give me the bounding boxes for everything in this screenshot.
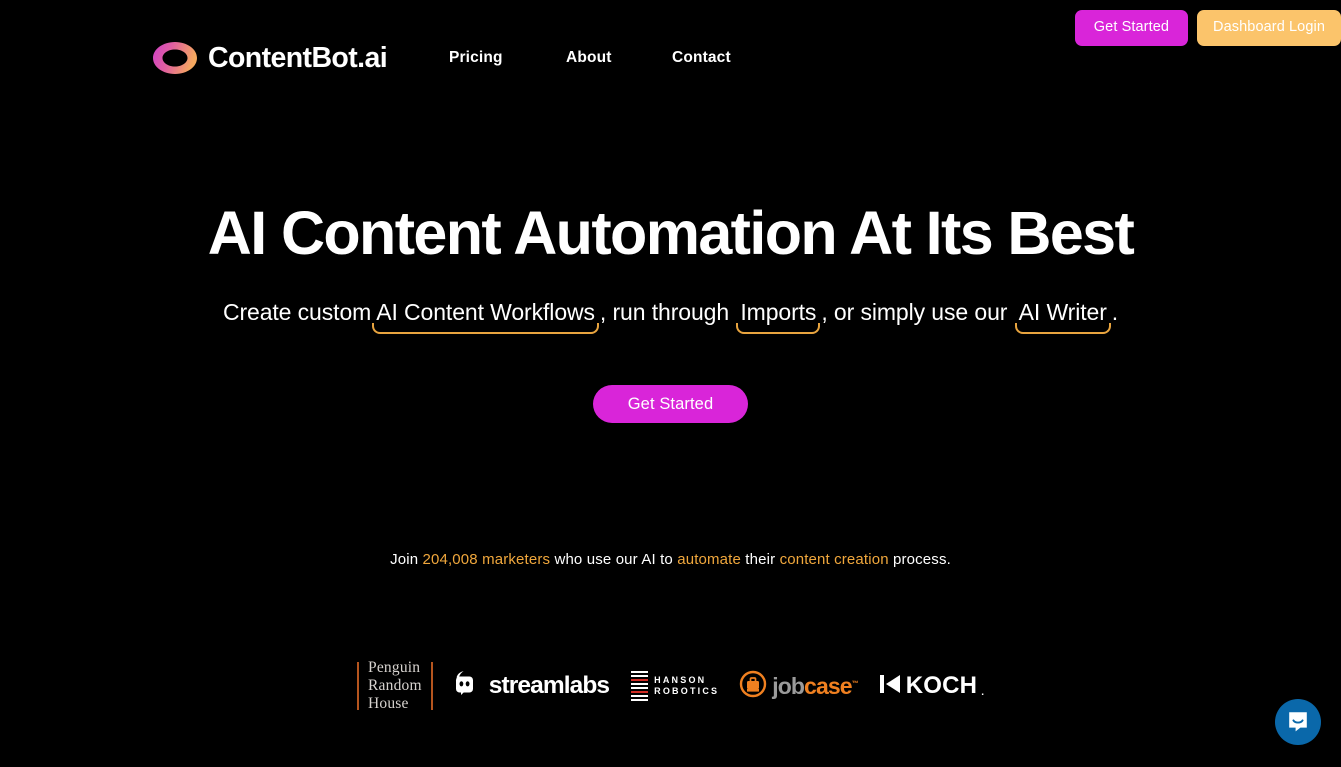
hero-link-imports[interactable]: Imports [735, 298, 821, 334]
page-title: AI Content Automation At Its Best [207, 199, 1135, 267]
prh-left-rule-icon [357, 662, 360, 710]
jobcase-trademark: ™ [851, 679, 859, 687]
hero-sub-part-2: , run through [599, 299, 736, 325]
client-logos-strip: Penguin Random House streamlabs HANSON R… [0, 659, 1341, 713]
streamlabs-mark-icon [449, 668, 481, 705]
hero-subtitle: Create custom AI Content Workflows, run t… [0, 298, 1341, 334]
social-proof-content-creation: content creation [779, 551, 889, 568]
koch-mark-icon [879, 673, 902, 700]
jobcase-part-2: case [804, 672, 852, 699]
client-logo-jobcase: jobcase™ [739, 670, 859, 703]
hero-sub-part-3: , or simply use our [821, 299, 1014, 325]
jobcase-part-1: job [772, 672, 805, 699]
brand-logo-link[interactable]: ContentBot.ai [152, 41, 388, 75]
brand-name: ContentBot.ai [208, 41, 388, 74]
client-logo-penguin-random-house: Penguin Random House [357, 659, 433, 713]
hero-sub-part-1: Create custom [222, 299, 372, 325]
prh-line-3: House [368, 695, 409, 713]
prh-wordmark: Penguin Random House [368, 659, 422, 713]
nav-item-contact[interactable]: Contact [672, 43, 772, 73]
hanson-bars-icon [631, 671, 649, 701]
nav-item-pricing[interactable]: Pricing [449, 43, 566, 73]
hero-sub-part-4: . [1111, 299, 1119, 325]
hero-link-ai-content-workflows[interactable]: AI Content Workflows [371, 298, 600, 334]
social-proof-middle: who use our AI to [550, 551, 678, 568]
streamlabs-wordmark: streamlabs [488, 671, 610, 699]
hero-link-ai-writer[interactable]: AI Writer [1014, 298, 1112, 334]
prh-right-rule-icon [430, 662, 433, 710]
dashboard-login-button[interactable]: Dashboard Login [1197, 10, 1341, 46]
prh-line-1: Penguin [368, 658, 421, 676]
topbar-actions: Get Started Dashboard Login [1074, 10, 1341, 46]
koch-dot: . [981, 686, 984, 698]
hero-get-started-button[interactable]: Get Started [593, 385, 748, 423]
hero-section: AI Content Automation At Its Best Create… [0, 0, 1341, 767]
hanson-wordmark: HANSON ROBOTICS [654, 675, 719, 698]
social-proof-suffix: process. [888, 551, 951, 568]
social-proof-middle-2: their [740, 551, 780, 568]
hanson-line-1: HANSON [654, 674, 707, 685]
social-proof-automate: automate [677, 551, 741, 568]
contentbot-ring-icon [152, 41, 198, 75]
client-logo-hanson-robotics: HANSON ROBOTICS [631, 671, 719, 701]
social-proof-text: Join 204,008 marketers who use our AI to… [0, 551, 1341, 568]
client-logo-koch: KOCH . [879, 672, 984, 700]
client-logo-streamlabs: streamlabs [449, 668, 610, 705]
header-get-started-button[interactable]: Get Started [1074, 10, 1189, 46]
social-proof-count: 204,008 marketers [422, 551, 551, 568]
koch-wordmark: KOCH [905, 672, 978, 699]
nav-item-about[interactable]: About [566, 43, 672, 73]
jobcase-mark-icon [739, 670, 767, 703]
prh-line-2: Random [368, 676, 422, 694]
chat-bubble-icon [1286, 709, 1310, 736]
intercom-chat-launcher-button[interactable] [1275, 699, 1321, 745]
jobcase-wordmark: jobcase™ [772, 672, 859, 699]
hero-cta-wrapper: Get Started [0, 385, 1341, 423]
social-proof-prefix: Join [390, 551, 423, 568]
main-nav: Pricing About Contact [449, 43, 772, 73]
hanson-line-2: ROBOTICS [654, 686, 720, 696]
